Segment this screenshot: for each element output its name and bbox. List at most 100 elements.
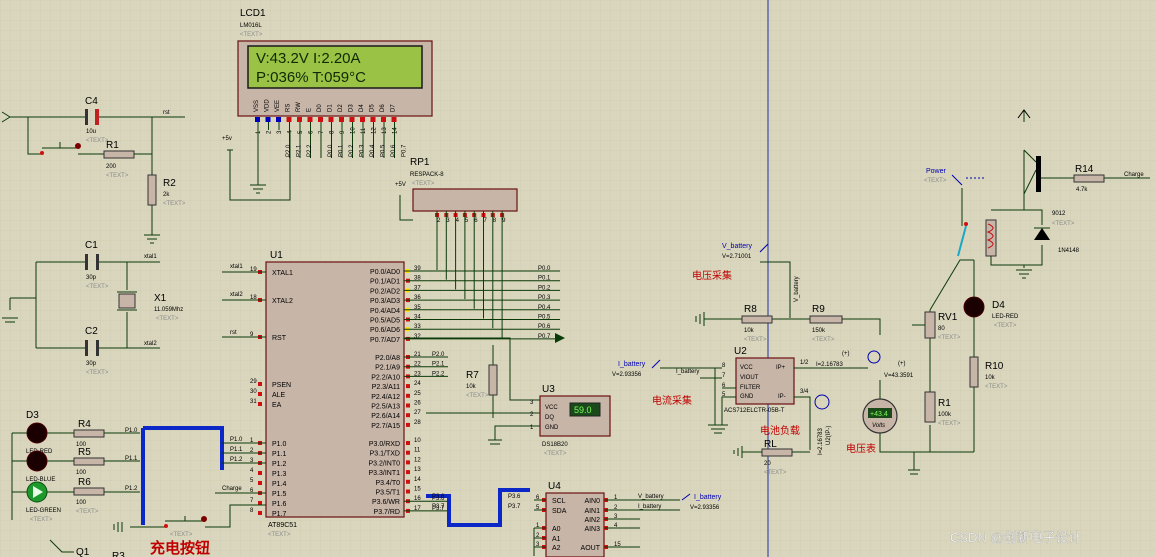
u2-pin-vcc: VCC: [740, 365, 753, 371]
u1-pin-p3.1-txd: P3.1/TXD: [370, 451, 400, 458]
c2-ref: C2: [85, 326, 98, 337]
x1-val: 11.059Mhz: [154, 307, 183, 313]
u1-pin-num: 24: [414, 381, 421, 387]
rp1-vcc-label: +5V: [395, 182, 406, 188]
u1-pin-marker: [258, 511, 262, 515]
u1-pin-p1.2: P1.2: [272, 461, 287, 468]
grid-background: [0, 0, 1156, 557]
lcd-pin-d0: D0: [317, 104, 323, 112]
xtal2-net: xtal2: [144, 341, 157, 347]
lcd-net-label: P0.2: [349, 144, 355, 157]
u3-pin-vcc: VCC: [545, 405, 558, 411]
r9-ref: R9: [812, 304, 825, 315]
u1-pin-p1.4: P1.4: [272, 481, 287, 488]
power-text: <TEXT>: [924, 178, 947, 184]
r6-ref: R6: [78, 477, 91, 488]
d5-led: [26, 450, 48, 472]
r9-body: [809, 315, 843, 324]
r6-val: 100: [76, 500, 87, 506]
r4-ref: R4: [78, 419, 91, 430]
u4-pin-sda: SDA: [552, 508, 567, 515]
d4-val: LED-RED: [992, 314, 1019, 320]
r1b-body: [924, 391, 936, 423]
u1-pin-p3.3-int1: P3.3/INT1: [368, 470, 400, 477]
u1-pin-num: 25: [414, 391, 421, 397]
r9-text: <TEXT>: [812, 337, 835, 343]
r14-val: 4.7k: [1076, 187, 1088, 193]
lcd-pin-e: E: [307, 108, 313, 112]
lcd-net-label: P0.0: [328, 144, 334, 157]
q9012-base: [1036, 156, 1041, 192]
voltage-sampling-label: 电压采集: [692, 269, 732, 282]
u1-p36-net: P3.6: [432, 494, 445, 500]
c4-ref: C4: [85, 96, 98, 107]
lcd-vcc-label: +5v: [222, 136, 232, 142]
reset-switch-knob[interactable]: [75, 143, 81, 149]
u4-probe-name: I_battery: [694, 494, 722, 501]
lcd-pin-marker: [328, 117, 334, 122]
x1-body: [118, 293, 136, 309]
lcd-pin-marker: [265, 117, 271, 122]
i-probe-name: I_battery: [618, 361, 646, 368]
rp1-body: [412, 188, 518, 212]
u1-pin-p0.5-ad5: P0.5/AD5: [370, 318, 400, 325]
lcd1-text: <TEXT>: [240, 32, 263, 38]
lcd-pin-rw: RW: [296, 102, 302, 112]
u3-reading: 59.0: [574, 405, 592, 415]
u2-current: I=2.16783: [816, 362, 844, 368]
u2-ip-plus: IP+: [776, 365, 786, 371]
u1-pin-p3.0-rxd: P3.0/RXD: [369, 441, 400, 448]
u2-current-2: I=2.16783: [818, 427, 824, 455]
c2-val: 30p: [86, 361, 97, 367]
u1-pin-marker: [406, 450, 410, 455]
u1-pin-num: 29: [250, 379, 257, 385]
v-probe-name: V_battery: [722, 243, 752, 250]
schematic-canvas[interactable]: LCD1 LM016L <TEXT> V:43.2V I:2.20A P:036…: [0, 0, 1156, 557]
d5-val: LED-BLUE: [26, 477, 55, 483]
charge-switch-knob[interactable]: [201, 516, 207, 522]
u4-pin-ain0: AIN0: [584, 498, 600, 505]
lcd-pin-vee: VEE: [275, 100, 281, 112]
charge-button-text: <TEXT>: [170, 532, 193, 538]
p0-net-label: P0.0: [538, 266, 551, 272]
r10-body: [969, 356, 979, 388]
lcd-pin-marker: [370, 117, 376, 122]
lcd-pin-marker: [360, 117, 365, 122]
lcd-net-label: P2.2: [307, 144, 313, 157]
r7-ref: R7: [466, 370, 479, 381]
u1-pin-p2.1-a9: P2.1/A9: [375, 365, 400, 372]
r8-ref: R8: [744, 304, 757, 315]
c4-plate-b: [95, 109, 99, 125]
p0-net-label: P0.7: [538, 334, 551, 340]
u1-pin-p0.7-ad7: P0.7/AD7: [370, 337, 400, 344]
lcd-net-label: P0.6: [391, 144, 397, 157]
lcd-pin-d6: D6: [380, 104, 386, 112]
rl-body: [761, 448, 793, 457]
u4-pin-scl: SCL: [552, 498, 566, 505]
lcd-net-label: P0.4: [370, 144, 376, 157]
x1-ref: X1: [154, 293, 167, 304]
u4-ref: U4: [548, 481, 561, 492]
u2-ip-num-12: 1/2: [800, 360, 809, 366]
p0-net-label: P0.5: [538, 315, 551, 321]
u1-pin-p3.4-t0: P3.4/T0: [375, 480, 400, 487]
u1-pin-num: 11: [414, 448, 421, 454]
lcd1-part: LM016L: [240, 23, 262, 29]
u1-pin-marker: [406, 479, 410, 484]
r14-ref: R14: [1075, 164, 1094, 175]
current-sampling-label: 电流采集: [652, 394, 692, 407]
c1-plate-a: [85, 254, 88, 270]
r10-val: 10k: [985, 375, 996, 381]
lcd-net-label: P0.5: [381, 144, 387, 157]
u1-pin-ea: EA: [272, 402, 282, 409]
lcd-pin-d4: D4: [359, 104, 365, 112]
r6-text: <TEXT>: [76, 509, 99, 515]
lcd-net-label: P0.1: [339, 144, 345, 157]
u2-part: ACS712ELCTR-05B-T: [724, 408, 785, 414]
u2-ref: U2: [734, 346, 747, 357]
u3-part: DS18B20: [542, 442, 568, 448]
d4-led: [963, 296, 985, 318]
r1b-text: <TEXT>: [938, 421, 961, 427]
u1-pin-psen: PSEN: [272, 382, 291, 389]
r14-net: Charge: [1124, 172, 1144, 178]
